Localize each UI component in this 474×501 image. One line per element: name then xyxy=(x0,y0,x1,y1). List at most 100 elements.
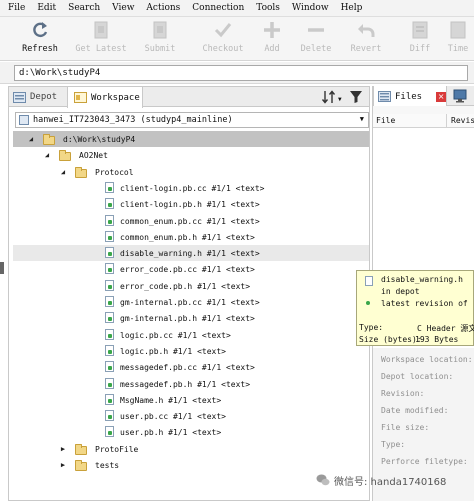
tree-file-row[interactable]: client-login.pb.cc #1/1 <text> xyxy=(13,180,369,196)
tree-file-row[interactable]: messagedef.pb.h #1/1 <text> xyxy=(13,376,369,392)
tree-folder-label: Protocol xyxy=(95,167,134,177)
status-dot-icon xyxy=(366,301,370,305)
tooltip-type-label: Type: xyxy=(359,323,384,332)
tree-file-row[interactable]: disable_warning.h #1/1 <text> xyxy=(13,245,369,261)
prop-type: Type: xyxy=(381,440,406,449)
tooltip-size-label: Size (bytes): xyxy=(359,335,422,344)
revert-button[interactable]: Revert xyxy=(340,20,392,58)
menu-file[interactable]: File xyxy=(8,3,25,13)
menu-tools[interactable]: Tools xyxy=(256,3,280,13)
tree-folder-row[interactable]: ◢ d:\Work\studyP4 xyxy=(13,131,369,147)
text-file-icon xyxy=(105,231,114,242)
get-latest-button[interactable]: Get Latest xyxy=(75,20,127,58)
menu-help[interactable]: Help xyxy=(341,3,363,13)
tree-file-row[interactable]: client-login.pb.h #1/1 <text> xyxy=(13,196,369,212)
tree-file-row[interactable]: error_code.pb.cc #1/1 <text> xyxy=(13,261,369,277)
tree-file-label: gm-internal.pb.cc #1/1 <text> xyxy=(120,297,260,307)
folder-icon xyxy=(59,150,71,161)
tree-file-label: common_enum.pb.cc #1/1 <text> xyxy=(120,216,260,226)
collapsed-arrow-icon[interactable]: ▶ xyxy=(59,461,67,469)
timelapse-label: Time xyxy=(447,44,469,54)
column-file[interactable]: File xyxy=(376,116,395,125)
menu-connection[interactable]: Connection xyxy=(192,3,244,13)
revert-icon xyxy=(358,24,375,37)
prop-depot-location: Depot location: xyxy=(381,372,454,381)
tree-file-row[interactable]: common_enum.pb.cc #1/1 <text> xyxy=(13,213,369,229)
folder-icon xyxy=(75,167,87,178)
column-revision[interactable]: Revis xyxy=(451,116,474,125)
prop-file-size: File size: xyxy=(381,423,430,432)
delete-button[interactable]: Delete xyxy=(290,20,342,58)
menu-search[interactable]: Search xyxy=(68,3,100,13)
tree-folder-label: d:\Work\studyP4 xyxy=(63,134,136,144)
workspace-selector-label: hanwei_IT723043_3473 (studyp4_mainline) xyxy=(33,115,233,125)
tree-folder-row[interactable]: ▶ ProtoFile xyxy=(13,441,369,457)
path-input[interactable]: d:\Work\studyP4 xyxy=(14,65,468,81)
sort-icon[interactable] xyxy=(321,89,337,105)
collapsed-arrow-icon[interactable]: ▶ xyxy=(59,445,67,453)
expanded-arrow-icon[interactable]: ◢ xyxy=(27,135,35,143)
tree-file-row[interactable]: logic.pb.cc #1/1 <text> xyxy=(13,327,369,343)
text-file-icon xyxy=(105,263,114,274)
submit-label: Submit xyxy=(144,44,176,54)
sort-dropdown-icon[interactable]: ▼ xyxy=(338,96,342,103)
tree-folder-row[interactable]: ◢ AO2Net xyxy=(13,147,369,163)
tab-files[interactable]: Files × xyxy=(373,86,447,107)
get-latest-label: Get Latest xyxy=(75,44,127,54)
tree-file-row[interactable]: user.pb.cc #1/1 <text> xyxy=(13,408,369,424)
expanded-arrow-icon[interactable]: ◢ xyxy=(59,168,67,176)
menu-actions[interactable]: Actions xyxy=(146,3,180,13)
tree-file-row[interactable]: MsgName.h #1/1 <text> xyxy=(13,392,369,408)
text-file-icon xyxy=(105,410,114,421)
tree-file-label: disable_warning.h #1/1 <text> xyxy=(120,248,260,258)
tooltip-size-value: 193 Bytes xyxy=(415,335,459,344)
text-file-icon xyxy=(105,198,114,209)
tree-file-label: client-login.pb.h #1/1 <text> xyxy=(120,199,260,209)
menu-view[interactable]: View xyxy=(112,3,134,13)
files-toolbar-strip xyxy=(373,106,474,114)
expanded-arrow-icon[interactable]: ◢ xyxy=(43,151,51,159)
text-file-icon xyxy=(105,280,114,291)
tree-folder-label: ProtoFile xyxy=(95,444,139,454)
tree-folder-label: tests xyxy=(95,460,120,470)
menu-window[interactable]: Window xyxy=(292,3,329,13)
refresh-icon xyxy=(33,22,48,38)
text-file-icon xyxy=(105,394,114,405)
refresh-button[interactable]: Refresh xyxy=(14,20,66,58)
checkout-button[interactable]: Checkout xyxy=(197,20,249,58)
tree-file-row[interactable]: common_enum.pb.h #1/1 <text> xyxy=(13,229,369,245)
prop-workspace-location: Workspace location: xyxy=(381,355,473,364)
left-tab-bar: Depot Workspace ▼ xyxy=(9,87,369,108)
timelapse-icon xyxy=(450,21,466,39)
tree-file-label: messagedef.pb.cc #1/1 <text> xyxy=(120,362,255,372)
tab-workspace[interactable]: Workspace xyxy=(67,87,143,108)
tab-depot[interactable]: Depot xyxy=(13,87,67,107)
submit-button[interactable]: Submit xyxy=(134,20,186,58)
tooltip-revision: latest revision of xyxy=(381,299,468,308)
tree-folder-row[interactable]: ◢ Protocol xyxy=(13,164,369,180)
timelapse-button[interactable]: Time xyxy=(438,20,474,58)
text-file-icon xyxy=(105,247,114,258)
submit-icon xyxy=(153,21,167,39)
tree-file-row[interactable]: gm-internal.pb.cc #1/1 <text> xyxy=(13,294,369,310)
monitor-icon[interactable] xyxy=(453,89,467,103)
text-file-icon xyxy=(105,378,114,389)
refresh-label: Refresh xyxy=(22,44,58,54)
text-file-icon xyxy=(105,312,114,323)
tree-file-row[interactable]: gm-internal.pb.h #1/1 <text> xyxy=(13,310,369,326)
tree-file-label: client-login.pb.cc #1/1 <text> xyxy=(120,183,265,193)
close-icon[interactable]: × xyxy=(436,91,446,102)
tree-file-label: messagedef.pb.h #1/1 <text> xyxy=(120,379,251,389)
workspace-selector[interactable]: hanwei_IT723043_3473 (studyp4_mainline) … xyxy=(15,112,369,128)
folder-icon xyxy=(75,460,87,471)
tree-file-row[interactable]: messagedef.pb.cc #1/1 <text> xyxy=(13,359,369,375)
add-icon xyxy=(264,22,280,38)
menu-edit[interactable]: Edit xyxy=(37,3,56,13)
tree-file-row[interactable]: logic.pb.h #1/1 <text> xyxy=(13,343,369,359)
tree-file-row[interactable]: error_code.pb.h #1/1 <text> xyxy=(13,278,369,294)
tree-file-label: gm-internal.pb.h #1/1 <text> xyxy=(120,313,255,323)
tree-folder-label: AO2Net xyxy=(79,150,108,160)
files-icon xyxy=(378,91,391,102)
tree-file-row[interactable]: user.pb.h #1/1 <text> xyxy=(13,424,369,440)
filter-icon[interactable] xyxy=(349,90,363,104)
